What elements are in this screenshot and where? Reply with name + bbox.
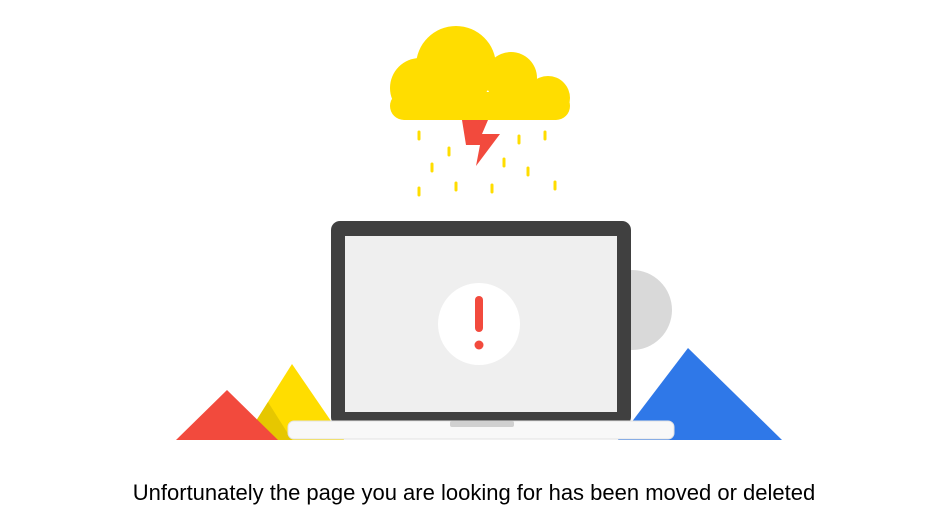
error-message: Unfortunately the page you are looking f…: [132, 480, 816, 505]
exclamation-dot: [474, 340, 484, 350]
lightning-bolt-icon: [462, 120, 500, 166]
error-illustration: [176, 26, 782, 440]
storm-cloud-icon: [390, 26, 570, 120]
exclamation-icon: [438, 283, 520, 365]
laptop-notch: [450, 421, 514, 427]
